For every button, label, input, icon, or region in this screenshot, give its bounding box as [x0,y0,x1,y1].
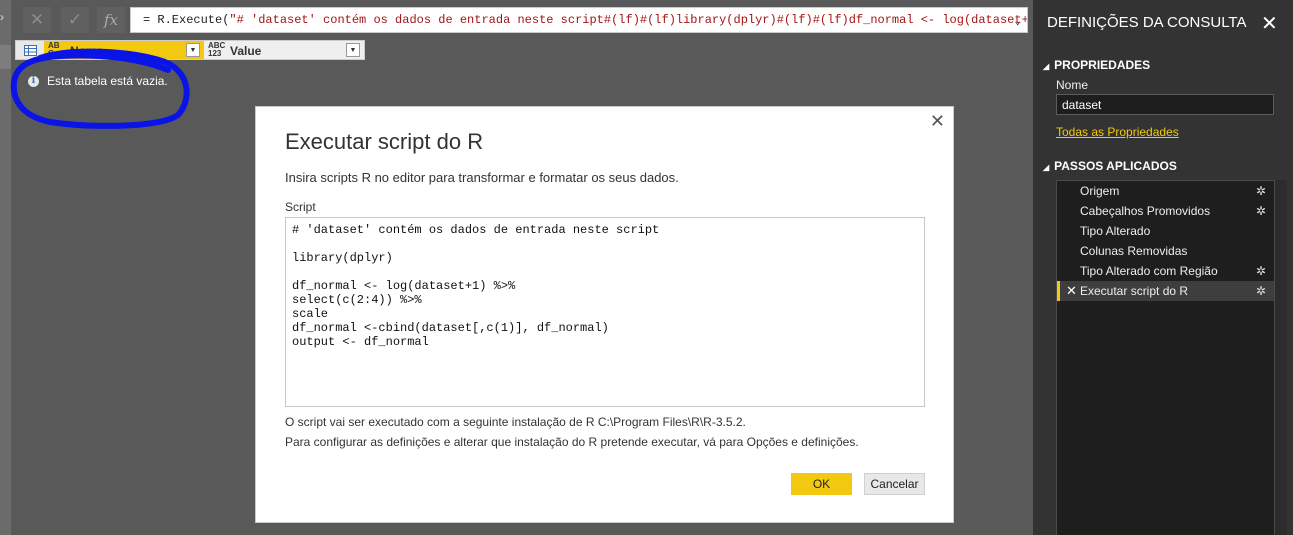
run-r-script-dialog: ✕ Executar script do R Insira scripts R … [255,106,954,523]
ok-button[interactable]: OK [791,473,852,495]
collapse-triangle-icon[interactable]: ◢ [1043,62,1049,71]
step-tipo-alterado-regiao[interactable]: Tipo Alterado com Região ✲ [1057,261,1274,281]
step-cabecalhos-promovidos[interactable]: Cabeçalhos Promovidos ✲ [1057,201,1274,221]
script-editor[interactable]: # 'dataset' contém os dados de entrada n… [285,217,925,407]
cancel-button[interactable]: Cancelar [864,473,925,495]
fx-icon[interactable]: fx [97,7,125,33]
gear-icon[interactable]: ✲ [1256,284,1266,298]
step-colunas-removidas[interactable]: Colunas Removidas [1057,241,1274,261]
formula-input[interactable]: = R.Execute("# 'dataset' contém os dados… [130,7,1028,33]
table-header: AB C Nome ▼ ABC 123 Value ▼ [15,40,365,60]
query-settings-panel: DEFINIÇÕES DA CONSULTA ✕ ◢ PROPRIEDADES N… [1033,0,1293,535]
query-list-marker [0,45,11,69]
applied-steps-header[interactable]: ◢ PASSOS APLICADOS [1043,159,1177,173]
formula-prefix: = R.Execute( [143,13,230,27]
name-label: Nome [1056,78,1089,92]
collapse-triangle-icon[interactable]: ◢ [1043,163,1049,172]
empty-table-text: Esta tabela está vazia. [47,74,168,88]
chevron-down-icon[interactable]: ▼ [346,43,360,57]
chevron-right-icon[interactable]: › [0,10,4,24]
chevron-down-icon[interactable]: ▼ [186,43,200,57]
chevron-down-icon[interactable]: ⌄ [1014,14,1021,28]
close-icon[interactable]: ✕ [1261,11,1278,36]
panel-title: DEFINIÇÕES DA CONSULTA [1047,14,1247,31]
all-properties-link[interactable]: Todas as Propriedades [1056,125,1179,139]
step-origem[interactable]: Origem ✲ [1057,181,1274,201]
script-label: Script [285,200,316,214]
text-type-icon[interactable]: AB C [48,42,60,58]
column-title: Nome [70,44,104,58]
dialog-title: Executar script do R [285,129,484,154]
queries-pane-collapsed[interactable]: › [0,0,11,535]
close-icon[interactable]: ✕ [930,111,945,132]
applied-steps-list: Origem ✲ Cabeçalhos Promovidos ✲ Tipo Alte… [1056,180,1275,535]
table-menu-icon[interactable] [16,41,45,59]
close-icon[interactable]: ✕ [23,7,51,33]
delete-step-icon[interactable]: ✕ [1066,283,1077,299]
formula-string: "# 'dataset' contém os dados de entrada … [229,13,1028,27]
dialog-subtitle: Insira scripts R no editor para transfor… [285,170,679,185]
gear-icon[interactable]: ✲ [1256,204,1266,218]
r-install-note: O script vai ser executado com a seguint… [285,415,746,429]
check-icon[interactable]: ✓ [61,7,89,33]
properties-header[interactable]: ◢ PROPRIEDADES [1043,58,1150,72]
scrollbar[interactable] [1275,180,1287,535]
formula-bar: ✕ ✓ fx = R.Execute("# 'dataset' contém o… [11,0,1033,40]
gear-icon[interactable]: ✲ [1256,184,1266,198]
step-tipo-alterado[interactable]: Tipo Alterado [1057,221,1274,241]
column-title: Value [230,44,262,58]
column-header-nome[interactable]: AB C Nome ▼ [44,41,204,59]
step-executar-script-r[interactable]: ✕ Executar script do R ✲ [1057,281,1274,301]
r-config-note: Para configurar as definições e alterar … [285,435,859,449]
info-icon: i [28,75,39,87]
gear-icon[interactable]: ✲ [1256,264,1266,278]
empty-table-message: i Esta tabela está vazia. [28,74,168,88]
query-editor-main: › ✕ ✓ fx = R.Execute("# 'dataset' contém… [0,0,1033,535]
query-name-input[interactable]: dataset [1056,94,1274,115]
column-header-value[interactable]: ABC 123 Value ▼ [204,41,364,59]
any-type-icon[interactable]: ABC 123 [208,42,225,58]
